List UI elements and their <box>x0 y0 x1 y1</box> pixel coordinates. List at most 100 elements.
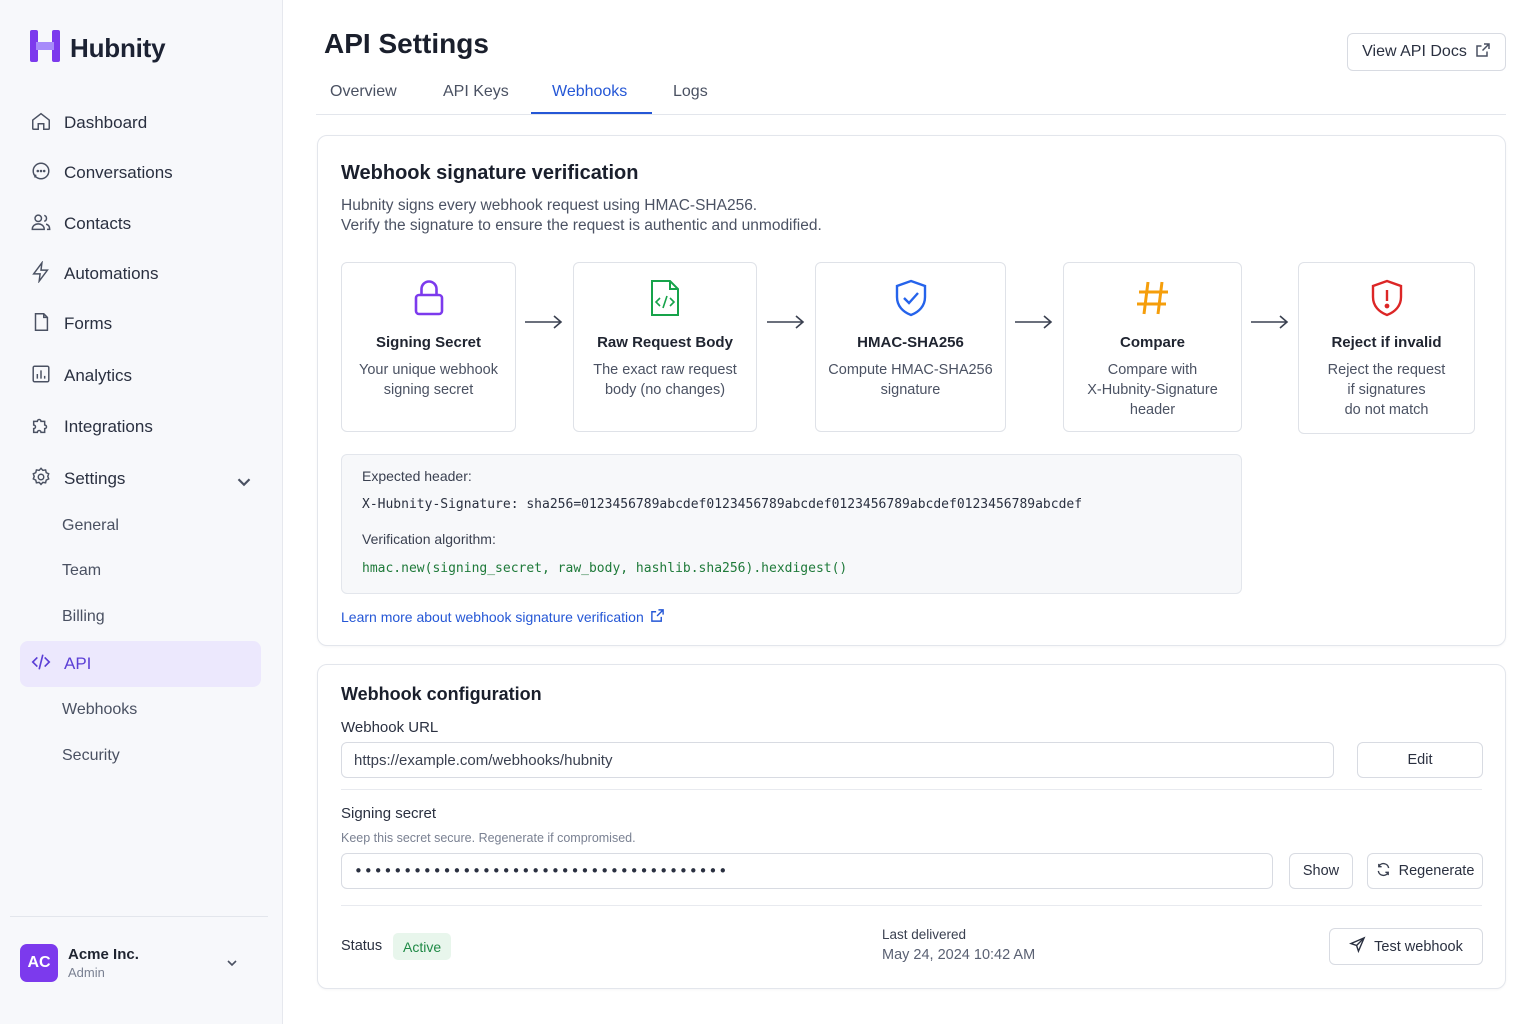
step-desc-line: signing secret <box>383 382 474 398</box>
regenerate-button[interactable]: Regenerate <box>1367 853 1483 889</box>
learn-more-link[interactable]: Learn more about webhook signature verif… <box>341 608 665 626</box>
step-description: Compare with X-Hubnity-Signature header <box>1072 360 1233 420</box>
sidebar-item-label: Integrations <box>64 417 153 436</box>
account-name: Acme Inc. <box>68 946 139 963</box>
tab-logs[interactable]: Logs <box>673 83 708 115</box>
hash-icon <box>1064 279 1241 319</box>
arrow-right-icon <box>1251 315 1289 329</box>
webhook-url-input[interactable]: https://example.com/webhooks/hubnity <box>341 742 1334 778</box>
step-compare: Compare Compare with X-Hubnity-Signature… <box>1063 262 1242 432</box>
step-hmac-sha256: HMAC-SHA256 Compute HMAC-SHA256 signatur… <box>815 262 1006 432</box>
brand-name: Hubnity <box>70 33 166 63</box>
sidebar-item-label: Dashboard <box>64 113 148 132</box>
tab-api-keys[interactable]: API Keys <box>443 83 509 115</box>
step-desc-line: do not match <box>1344 402 1429 418</box>
config-title: Webhook configuration <box>341 684 542 704</box>
learn-more-label: Learn more about webhook signature verif… <box>341 609 644 625</box>
chevron-down-icon[interactable] <box>224 955 240 971</box>
verification-title: Webhook signature verification <box>341 162 639 184</box>
account-switcher[interactable]: AC Acme Inc. Admin <box>20 942 248 984</box>
code-file-icon <box>574 279 756 319</box>
step-title: Signing Secret <box>375 334 482 351</box>
sidebar: Hubnity Dashboard Conversations Contacts… <box>0 0 283 1024</box>
expected-header-label: Expected header: <box>362 468 472 484</box>
tab-webhooks[interactable]: Webhooks <box>552 83 627 115</box>
step-desc-line: Your unique webhook <box>359 362 498 378</box>
users-icon <box>30 211 52 238</box>
sidebar-item-contacts[interactable]: Contacts <box>20 201 261 247</box>
description-line: Verify the signature to ensure the reque… <box>341 217 822 234</box>
external-link-icon <box>650 608 665 626</box>
edit-button[interactable]: Edit <box>1357 742 1483 778</box>
last-delivered-label: Last delivered <box>882 927 967 942</box>
tab-overview[interactable]: Overview <box>330 83 397 115</box>
sidebar-item-forms[interactable]: Forms <box>20 301 261 347</box>
chevron-down-icon[interactable] <box>233 471 251 487</box>
step-desc-line: if signatures <box>1347 382 1426 398</box>
page-title: API Settings <box>324 28 489 59</box>
divider <box>341 905 1482 906</box>
sidebar-subitem-security[interactable]: Security <box>62 738 120 774</box>
arrow-right-icon <box>767 315 805 329</box>
expected-header-code[interactable]: X-Hubnity-Signature: sha256=0123456789ab… <box>362 497 1082 512</box>
sidebar-item-label: Conversations <box>64 163 173 182</box>
webhook-url-label: Webhook URL <box>341 719 439 736</box>
signing-secret-input[interactable]: •••••••••••••••••••••••••••••••••••••• <box>341 853 1273 889</box>
step-description: Reject the request if signatures do not … <box>1307 360 1466 420</box>
sidebar-item-integrations[interactable]: Integrations <box>20 404 261 450</box>
description-line: Hubnity signs every webhook request usin… <box>341 197 758 214</box>
sidebar-subitem-billing[interactable]: Billing <box>62 599 105 635</box>
active-tab-indicator <box>531 112 652 114</box>
sidebar-divider <box>10 916 268 917</box>
last-delivered-value: May 24, 2024 10:42 AM <box>882 947 1036 963</box>
lock-icon <box>342 279 515 319</box>
step-desc-line: The exact raw request <box>593 362 737 378</box>
signature-verification-card: Webhook signature verification Hubnity s… <box>317 135 1506 646</box>
home-icon <box>30 110 52 137</box>
bolt-icon <box>30 259 52 288</box>
sidebar-subitem-team[interactable]: Team <box>62 553 101 589</box>
code-icon <box>30 651 52 678</box>
bar-chart-icon <box>30 363 52 390</box>
step-description: The exact raw request body (no changes) <box>582 360 748 400</box>
refresh-icon <box>1376 862 1391 881</box>
step-desc-line: X-Hubnity-Signature <box>1087 382 1218 398</box>
account-role: Admin <box>68 965 105 980</box>
test-webhook-button[interactable]: Test webhook <box>1329 928 1483 965</box>
sidebar-item-label: Settings <box>64 469 126 488</box>
step-description: Compute HMAC-SHA256 signature <box>824 360 997 400</box>
sidebar-subitem-webhooks[interactable]: Webhooks <box>62 692 137 728</box>
sidebar-item-analytics[interactable]: Analytics <box>20 353 261 399</box>
hubnity-logo-icon <box>30 30 60 67</box>
avatar: AC <box>20 944 58 982</box>
sidebar-item-label: API <box>64 654 92 673</box>
webhook-configuration-card: Webhook configuration Webhook URL https:… <box>317 664 1506 989</box>
show-secret-button[interactable]: Show <box>1289 853 1353 889</box>
view-api-docs-button[interactable]: View API Docs <box>1347 33 1506 71</box>
step-title: Raw Request Body <box>597 334 733 351</box>
algorithm-code[interactable]: hmac.new(signing_secret, raw_body, hashl… <box>362 561 847 576</box>
test-webhook-label: Test webhook <box>1374 938 1463 955</box>
step-title: Compare <box>1119 334 1186 351</box>
sidebar-item-api[interactable]: API <box>20 641 261 687</box>
send-icon <box>1349 936 1366 957</box>
arrow-right-icon <box>1015 315 1053 329</box>
puzzle-icon <box>30 414 52 441</box>
brand[interactable]: Hubnity <box>30 30 166 67</box>
sidebar-item-dashboard[interactable]: Dashboard <box>20 100 261 146</box>
shield-check-icon <box>816 279 1005 319</box>
divider <box>341 789 1482 790</box>
arrow-right-icon <box>525 315 563 329</box>
signature-code-block: Expected header: X-Hubnity-Signature: sh… <box>341 454 1242 594</box>
sidebar-item-label: Automations <box>64 264 159 283</box>
step-signing-secret: Signing Secret Your unique webhook signi… <box>341 262 516 432</box>
sidebar-item-settings[interactable]: Settings <box>20 456 261 502</box>
sidebar-item-conversations[interactable]: Conversations <box>20 150 261 196</box>
sidebar-item-label: Forms <box>64 314 113 333</box>
sidebar-item-label: Contacts <box>64 214 132 233</box>
regenerate-label: Regenerate <box>1398 863 1475 879</box>
step-reject-if-invalid: Reject if invalid Reject the request if … <box>1298 262 1475 434</box>
chat-icon <box>30 160 52 187</box>
sidebar-item-automations[interactable]: Automations <box>20 251 261 297</box>
sidebar-subitem-general[interactable]: General <box>62 508 119 544</box>
